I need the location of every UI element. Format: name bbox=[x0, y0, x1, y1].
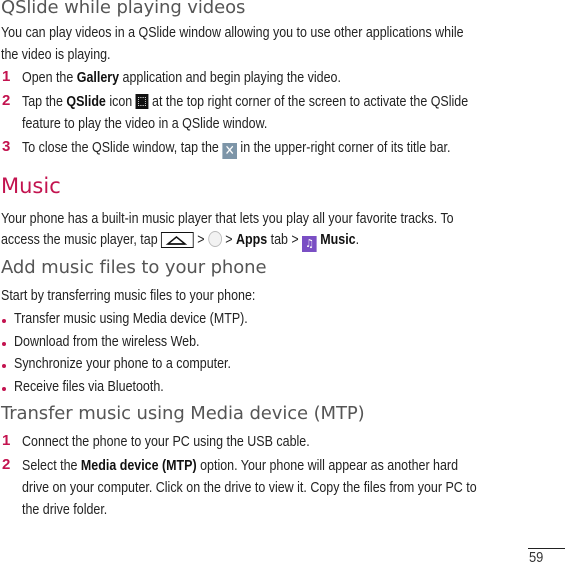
bullet-item: Synchronize your phone to a computer. bbox=[14, 356, 231, 372]
step-text: application and begin playing the video. bbox=[119, 70, 341, 86]
step-text: Select the bbox=[22, 458, 81, 474]
close-icon: ✕ bbox=[222, 143, 237, 159]
transfer-step-2: Select the Media device (MTP) option. Yo… bbox=[22, 456, 458, 476]
apps-label: Apps bbox=[235, 232, 268, 248]
step-number: 2 bbox=[2, 456, 11, 473]
step-number: 1 bbox=[2, 432, 11, 449]
gallery-label: Gallery bbox=[76, 70, 120, 86]
bullet-dot bbox=[2, 364, 6, 368]
transfer-step-1: Connect the phone to your PC using the U… bbox=[22, 434, 310, 450]
step-number: 3 bbox=[2, 138, 11, 155]
step-text: option. Your phone will appear as anothe… bbox=[196, 458, 459, 474]
manual-page: QSlide while playing videos You can play… bbox=[0, 0, 565, 567]
step-text: icon bbox=[105, 94, 136, 110]
music-intro-line1: Your phone has a built-in music player t… bbox=[1, 211, 454, 227]
step-text: Open the bbox=[22, 70, 77, 86]
separator: > bbox=[221, 232, 236, 248]
bullet-dot bbox=[2, 342, 6, 346]
home-icon bbox=[161, 232, 194, 248]
qslide-heading: QSlide while playing videos bbox=[1, 0, 246, 18]
transfer-heading: Transfer music using Media device (MTP) bbox=[1, 403, 365, 424]
media-device-label: Media device (MTP) bbox=[80, 458, 197, 474]
intro-text: access the music player, tap bbox=[1, 232, 162, 248]
step-text: at the top right corner of the screen to… bbox=[148, 94, 469, 110]
step-text: in the upper-right corner of its title b… bbox=[236, 140, 451, 156]
qslide-icon bbox=[135, 94, 149, 109]
period: . bbox=[355, 232, 360, 248]
transfer-step-2-cont2: the drive folder. bbox=[22, 502, 108, 518]
music-intro-line2: access the music player, tap > > Apps ta… bbox=[1, 230, 359, 252]
qslide-step-2-cont: feature to play the video in a QSlide wi… bbox=[22, 116, 268, 132]
qslide-intro-line2: the video is playing. bbox=[1, 47, 111, 63]
bullet-item: Receive files via Bluetooth. bbox=[14, 379, 164, 395]
music-label: Music bbox=[320, 232, 356, 248]
transfer-step-2-cont1: drive on your computer. Click on the dri… bbox=[22, 480, 477, 496]
page-number: 59 bbox=[529, 549, 544, 566]
qslide-label: QSlide bbox=[66, 94, 106, 110]
bullet-item: Transfer music using Media device (MTP). bbox=[14, 311, 248, 327]
qslide-step-3: To close the QSlide window, tap the ✕ in… bbox=[22, 138, 450, 159]
qslide-intro-line1: You can play videos in a QSlide window a… bbox=[1, 25, 464, 41]
tab-text: tab > bbox=[267, 232, 303, 248]
bullet-dot bbox=[2, 319, 6, 323]
add-files-heading: Add music files to your phone bbox=[1, 257, 267, 278]
add-files-intro: Start by transferring music files to you… bbox=[1, 288, 256, 304]
separator: > bbox=[193, 232, 209, 248]
qslide-step-2: Tap the QSlide icon at the top right cor… bbox=[22, 92, 468, 112]
step-text: To close the QSlide window, tap the bbox=[22, 140, 223, 156]
step-text: Tap the bbox=[22, 94, 67, 110]
step-number: 2 bbox=[2, 92, 11, 109]
bullet-item: Download from the wireless Web. bbox=[14, 334, 200, 350]
music-app-icon: ♫ bbox=[302, 236, 317, 252]
step-number: 1 bbox=[2, 68, 11, 85]
bullet-dot bbox=[2, 387, 6, 391]
qslide-step-1: Open the Gallery application and begin p… bbox=[22, 68, 341, 88]
music-heading: Music bbox=[1, 174, 61, 198]
apps-icon bbox=[208, 231, 222, 247]
